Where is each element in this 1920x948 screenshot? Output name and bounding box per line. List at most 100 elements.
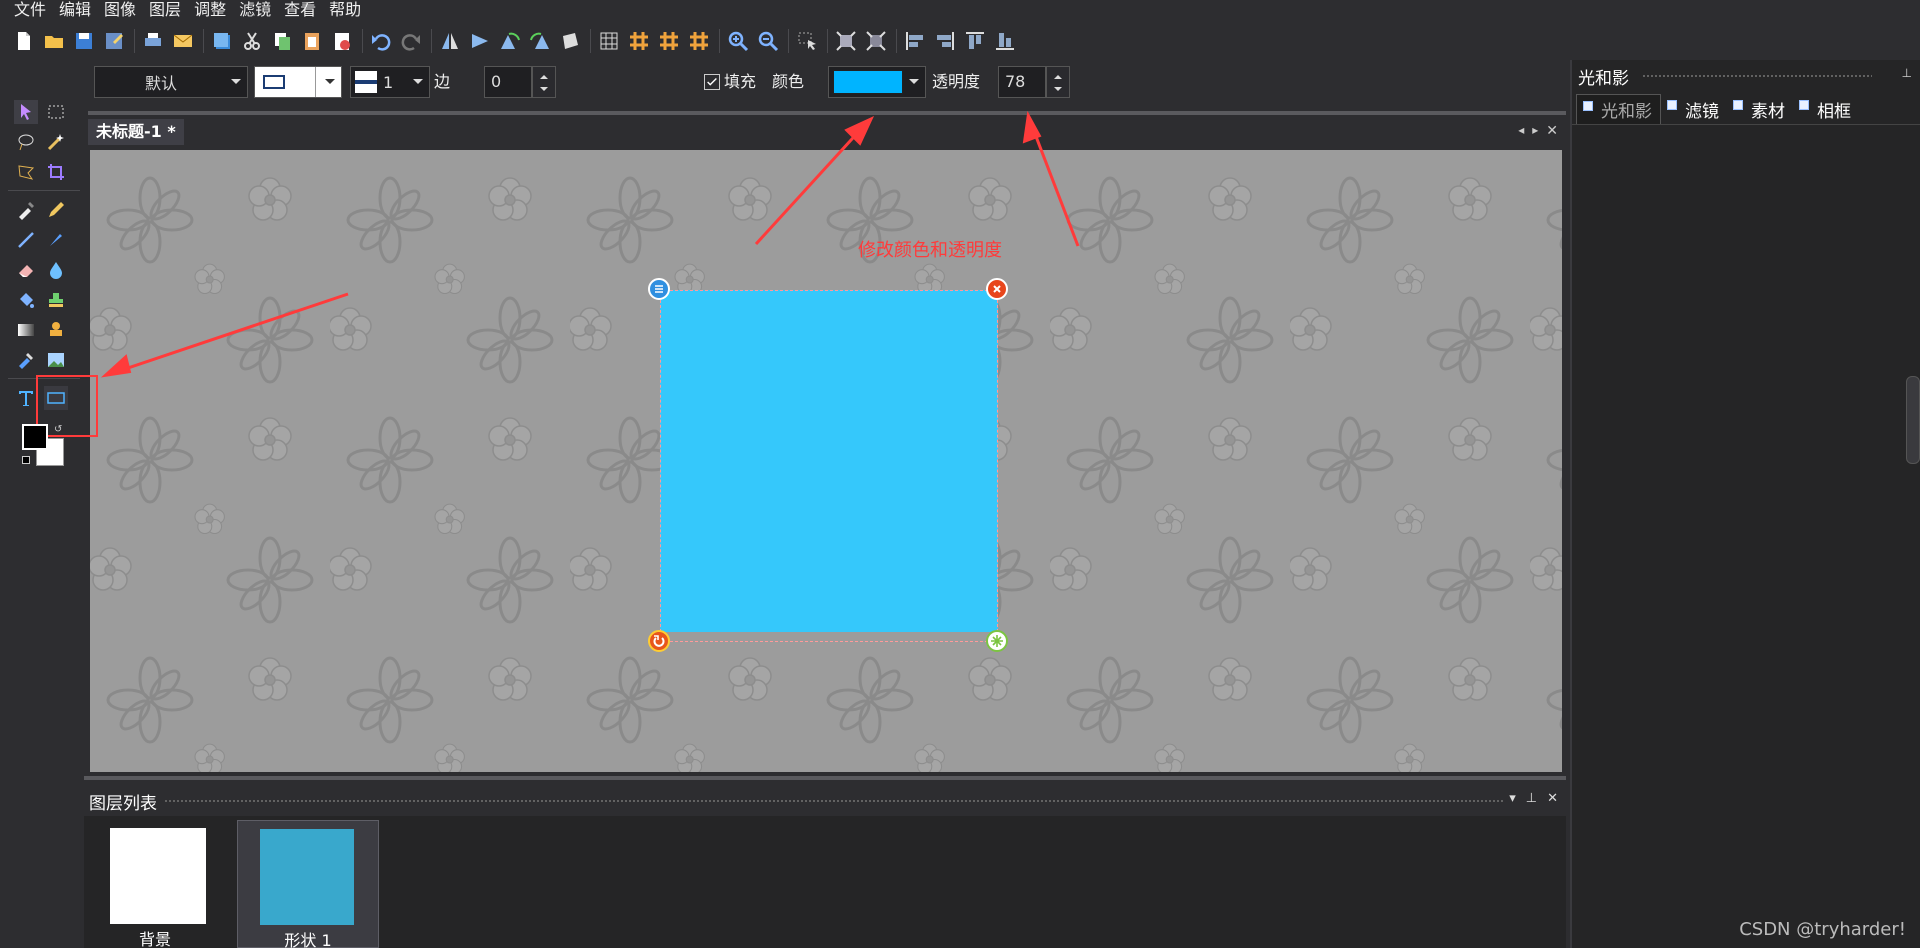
open-folder-icon[interactable] (42, 29, 66, 53)
blur-drop-icon[interactable] (44, 258, 68, 282)
scroll-left-icon[interactable]: ◂ (1518, 123, 1524, 139)
menu-layer[interactable]: 图层 (149, 0, 181, 20)
hash-icon[interactable] (687, 29, 711, 53)
tab-filters[interactable]: 滤镜 (1661, 94, 1727, 124)
pin-icon[interactable]: ⊥ (1902, 66, 1912, 80)
menu-file[interactable]: 文件 (14, 0, 46, 20)
edge-input[interactable]: 0 (484, 66, 532, 98)
align-bottom-icon[interactable] (993, 29, 1017, 53)
gradient-icon[interactable] (14, 318, 38, 342)
undo-icon[interactable] (369, 29, 393, 53)
shape-style-dropdown[interactable] (254, 66, 342, 98)
chevron-down-icon (413, 79, 423, 84)
eyedropper-icon[interactable] (14, 198, 38, 222)
fit-icon[interactable] (834, 29, 858, 53)
hash-icon[interactable] (657, 29, 681, 53)
line-icon[interactable] (14, 228, 38, 252)
menu-help[interactable]: 帮助 (329, 0, 361, 20)
smudge-icon[interactable] (14, 348, 38, 372)
opacity-input[interactable]: 78 (998, 66, 1046, 98)
hash-icon[interactable] (627, 29, 651, 53)
pencil-icon[interactable] (44, 198, 68, 222)
flip-vertical-icon[interactable] (438, 29, 462, 53)
copy-window-icon[interactable] (210, 29, 234, 53)
layer-panel-splitter[interactable] (84, 776, 1566, 780)
align-right-icon[interactable] (933, 29, 957, 53)
resize-handle-icon[interactable] (986, 630, 1008, 652)
menu-edit[interactable]: 编辑 (59, 0, 91, 20)
save-icon[interactable] (72, 29, 96, 53)
paste-icon[interactable] (300, 29, 324, 53)
copy-icon[interactable] (270, 29, 294, 53)
fill-checkbox[interactable] (704, 74, 720, 90)
menu-handle-icon[interactable] (648, 278, 670, 300)
swap-colors-icon[interactable]: ↺ (54, 424, 62, 435)
image-canvas[interactable] (90, 150, 1562, 772)
rotate-right-icon[interactable] (528, 29, 552, 53)
zoom-out-icon[interactable] (756, 29, 780, 53)
stroke-line-icon (355, 71, 377, 93)
tab-controls: ◂ ▸ ✕ (1518, 123, 1558, 139)
pin-icon[interactable]: ⊥ (1526, 791, 1537, 806)
align-left-icon[interactable] (903, 29, 927, 53)
preset-dropdown[interactable]: 默认 (94, 66, 248, 98)
menu-adjust[interactable]: 调整 (194, 0, 226, 20)
rectangle-shape-icon[interactable] (44, 386, 68, 410)
redo-icon[interactable] (399, 29, 423, 53)
grip-dots (164, 799, 1504, 803)
stroke-width-dropdown[interactable]: 1 (350, 66, 430, 98)
rotate-left-icon[interactable] (498, 29, 522, 53)
polygon-lasso-icon[interactable] (14, 160, 38, 184)
paint-bucket-icon[interactable] (14, 288, 38, 312)
stamp-icon[interactable] (44, 288, 68, 312)
layer-item-shape[interactable]: 形状 1 (237, 820, 379, 948)
zoom-in-icon[interactable] (726, 29, 750, 53)
tab-materials[interactable]: 素材 (1727, 94, 1793, 124)
menu-view[interactable]: 查看 (284, 0, 316, 20)
rect-select-icon[interactable] (44, 100, 68, 124)
opacity-stepper[interactable] (1046, 66, 1070, 98)
grid-icon[interactable] (597, 29, 621, 53)
delete-handle-icon[interactable] (986, 278, 1008, 300)
close-icon[interactable]: ✕ (1546, 123, 1558, 139)
default-colors-icon[interactable] (22, 456, 30, 464)
image-icon[interactable] (44, 348, 68, 372)
tool-options-bar: 默认 1 边 0 填充 颜色 透明度 78 (88, 60, 1570, 108)
eraser-icon[interactable] (14, 258, 38, 282)
dropdown-icon[interactable]: ▾ (1509, 791, 1516, 806)
checkmark-icon (707, 78, 717, 86)
move-tool-icon[interactable] (14, 100, 38, 124)
distort-icon[interactable] (558, 29, 582, 53)
flip-horizontal-icon[interactable] (468, 29, 492, 53)
new-file-icon[interactable] (12, 29, 36, 53)
cut-icon[interactable] (240, 29, 264, 53)
save-as-icon[interactable] (102, 29, 126, 53)
toolbar-separator (788, 29, 789, 53)
menu-filter[interactable]: 滤镜 (239, 0, 271, 20)
fill-color-picker[interactable] (828, 66, 926, 98)
scroll-right-icon[interactable]: ▸ (1532, 123, 1538, 139)
tab-icon (1667, 100, 1677, 110)
close-icon[interactable]: ✕ (1547, 791, 1558, 806)
tab-frames[interactable]: 相框 (1793, 94, 1859, 124)
clear-icon[interactable] (330, 29, 354, 53)
rotate-handle-icon[interactable] (648, 630, 670, 652)
actual-size-icon[interactable] (864, 29, 888, 53)
email-icon[interactable] (171, 29, 195, 53)
menu-image[interactable]: 图像 (104, 0, 136, 20)
document-tab[interactable]: 未标题-1 * (88, 119, 184, 145)
foreground-color-swatch[interactable] (22, 424, 48, 450)
edge-stepper[interactable] (532, 66, 556, 98)
layer-item-background[interactable]: 背景 (84, 820, 226, 948)
crop-icon[interactable] (44, 160, 68, 184)
text-tool-icon[interactable] (14, 386, 38, 410)
magic-wand-icon[interactable] (44, 130, 68, 154)
lasso-icon[interactable] (14, 130, 38, 154)
side-scroll-grip[interactable] (1906, 376, 1920, 464)
pointer-select-icon[interactable] (795, 29, 819, 53)
clone-stamp-icon[interactable] (44, 318, 68, 342)
brush-icon[interactable] (44, 228, 68, 252)
print-icon[interactable] (141, 29, 165, 53)
tab-light-shadow[interactable]: 光和影 (1576, 94, 1661, 124)
align-top-icon[interactable] (963, 29, 987, 53)
